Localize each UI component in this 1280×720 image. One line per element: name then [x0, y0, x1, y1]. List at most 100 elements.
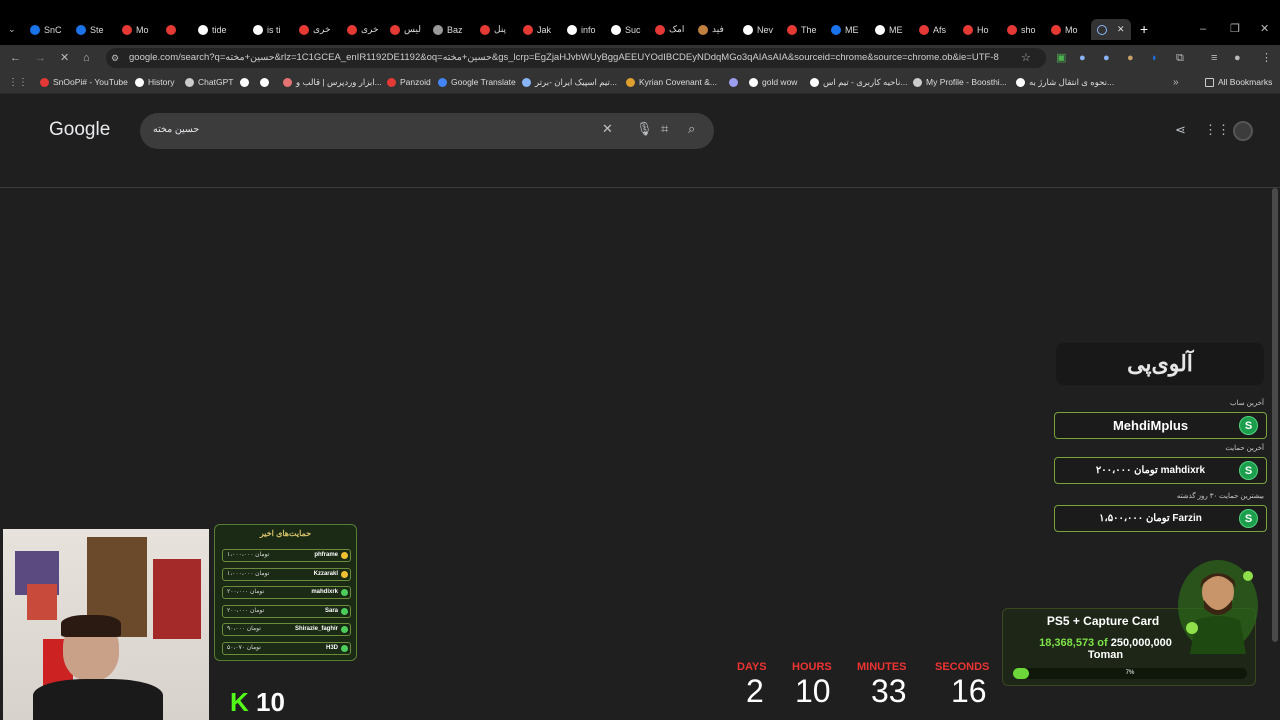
bookmark-item[interactable]: ناحیه کاربری - تیم اس... — [810, 71, 907, 94]
browser-tab[interactable]: ME — [875, 19, 903, 40]
bookmark-label: Google Translate — [451, 77, 516, 87]
tab-label: Afs — [933, 24, 947, 35]
browser-tab[interactable]: ME — [831, 19, 859, 40]
page-scrollbar[interactable] — [1272, 188, 1278, 642]
search-query[interactable]: حسین مخته — [153, 124, 199, 135]
tab-label: ME — [845, 24, 859, 35]
donor-name: Sara — [324, 607, 338, 614]
bookmark-item[interactable]: نحوه ی انتقال شارژ به... — [1016, 71, 1114, 94]
browser-tab[interactable]: Ho — [963, 19, 989, 40]
browser-tab[interactable]: Nev — [743, 19, 773, 40]
donor-name: phframe — [314, 552, 338, 558]
bookmark-item[interactable]: Kyrian Covenant &... — [626, 71, 717, 94]
bookmark-item[interactable]: My Profile - Boosthi... — [913, 71, 1007, 94]
coin-icon: S — [1239, 461, 1258, 480]
browser-tab[interactable]: خری — [347, 19, 379, 40]
browser-tab[interactable]: خری — [299, 19, 331, 40]
bookmark-item[interactable]: Google Translate — [438, 71, 516, 94]
last-donation-value: ۲۰۰،۰۰۰ تومان mahdixrk — [1095, 465, 1206, 476]
tab-label: Mo — [1065, 24, 1078, 35]
bookmark-item[interactable]: Panzoid — [387, 71, 431, 94]
browser-tab[interactable]: info — [567, 19, 596, 40]
all-bookmarks-button[interactable]: All Bookmarks — [1205, 71, 1272, 94]
bookmark-item[interactable]: History — [135, 71, 174, 94]
close-tab-icon[interactable]: ✕ — [1117, 24, 1125, 35]
bookmark-item[interactable] — [260, 71, 273, 94]
bookmark-item[interactable]: ChatGPT — [185, 71, 233, 94]
tab-label: پنل — [494, 24, 507, 34]
browser-tab[interactable]: امک — [655, 19, 684, 40]
extension-icon[interactable]: ▣ — [1056, 45, 1066, 71]
bookmark-item[interactable] — [240, 71, 253, 94]
browser-tab[interactable]: فید — [698, 19, 724, 40]
tab-favicon-icon — [1051, 24, 1061, 35]
extension-icon[interactable]: ● — [1127, 45, 1134, 71]
tab-label: Baz — [447, 24, 463, 35]
search-input[interactable] — [140, 113, 714, 149]
clear-search-icon[interactable]: ✕ — [602, 121, 613, 137]
forward-icon[interactable]: → — [35, 45, 46, 71]
browser-tab[interactable]: Mo — [1051, 19, 1078, 40]
browser-tab[interactable]: Afs — [919, 19, 946, 40]
top-donation-label: بیشترین حمایت ۳۰ روز گذشته — [1176, 493, 1264, 500]
browser-tab[interactable]: The — [787, 19, 817, 40]
bookmark-item[interactable] — [729, 71, 742, 94]
google-logo[interactable]: Google — [49, 119, 110, 141]
address-bar[interactable]: google.com/search?q=حسین+مخته&rlz=1C1GCE… — [106, 48, 1046, 68]
stop-loading-icon[interactable]: ✕ — [60, 45, 69, 71]
browser-tab[interactable]: Suc — [611, 19, 641, 40]
seconds-value: 16 — [951, 673, 987, 709]
voice-search-icon[interactable]: 🎙 — [636, 121, 653, 137]
top-donation-card: ۱،۵۰۰،۰۰۰ تومان Farzin S — [1054, 505, 1267, 532]
bookmark-favicon-icon — [283, 78, 292, 87]
site-info-icon[interactable]: ⚙ — [111, 45, 119, 71]
bookmark-star-icon[interactable]: ☆ — [1021, 45, 1031, 71]
minimize-icon[interactable]: – — [1200, 19, 1206, 40]
browser-tab[interactable]: is ti — [253, 19, 281, 40]
back-icon[interactable]: ← — [10, 45, 21, 71]
browser-tab[interactable]: پنل — [480, 19, 506, 40]
browser-tab[interactable]: Baz — [433, 19, 463, 40]
active-tab[interactable]: ✕ — [1091, 19, 1131, 40]
browser-tab[interactable]: sho — [1007, 19, 1036, 40]
bookmark-item[interactable]: gold wow — [749, 71, 797, 94]
close-window-icon[interactable]: ✕ — [1260, 19, 1269, 40]
maximize-icon[interactable]: ❐ — [1230, 19, 1240, 40]
extension-icon[interactable]: ● — [1103, 45, 1110, 71]
extension-icon[interactable]: ◗ — [1151, 45, 1158, 71]
bookmark-item[interactable]: تیم اسپیک ایران -برتر... — [522, 71, 617, 94]
browser-tab[interactable]: Jak — [523, 19, 551, 40]
share-icon[interactable]: ⋖ — [1175, 122, 1186, 138]
tab-label: فید — [712, 24, 724, 34]
more-bookmarks-icon[interactable]: » — [1173, 71, 1179, 94]
browser-tab[interactable]: SnC — [30, 19, 62, 40]
minutes-value: 33 — [871, 673, 907, 709]
bookmark-label: ناحیه کاربری - تیم اس... — [823, 77, 908, 87]
bookmark-item[interactable]: SnOoPi# - YouTube — [40, 71, 128, 94]
bookmark-favicon-icon — [387, 78, 396, 87]
tab-search-icon[interactable]: ⌄ — [8, 19, 16, 40]
new-tab-icon[interactable]: + — [1140, 19, 1148, 40]
bookmark-label: My Profile - Boosthi... — [926, 77, 1007, 87]
browser-tab[interactable]: Mo — [122, 19, 149, 40]
profile-avatar-icon[interactable]: ● — [1234, 45, 1241, 71]
extensions-puzzle-icon[interactable]: ⧉ — [1176, 45, 1184, 71]
browser-tab[interactable]: لیس — [390, 19, 421, 40]
search-icon[interactable]: ⌕ — [688, 121, 695, 137]
bookmark-item[interactable]: ابزار وردپرس | قالب و... — [283, 71, 382, 94]
apps-grid-icon[interactable]: ⋮⋮ — [8, 71, 28, 94]
account-avatar[interactable] — [1233, 121, 1253, 141]
media-controls-icon[interactable]: ≡ — [1211, 45, 1217, 71]
browser-tab[interactable] — [166, 19, 180, 40]
tab-favicon-icon — [698, 24, 708, 35]
google-apps-icon[interactable]: ⋮⋮ — [1204, 122, 1230, 138]
donor-name: Shirazie_faghir — [294, 626, 338, 632]
browser-tab[interactable]: Ste — [76, 19, 104, 40]
image-search-icon[interactable]: ⌗ — [661, 121, 668, 137]
home-icon[interactable]: ⌂ — [83, 45, 90, 71]
tab-favicon-icon — [30, 24, 40, 35]
donation-amount: ۱،۰۰۰،۰۰۰ تومان — [227, 552, 270, 558]
browser-menu-icon[interactable]: ⋮ — [1261, 45, 1272, 71]
extension-icon[interactable]: ● — [1079, 45, 1086, 71]
browser-tab[interactable]: tide — [198, 19, 227, 40]
